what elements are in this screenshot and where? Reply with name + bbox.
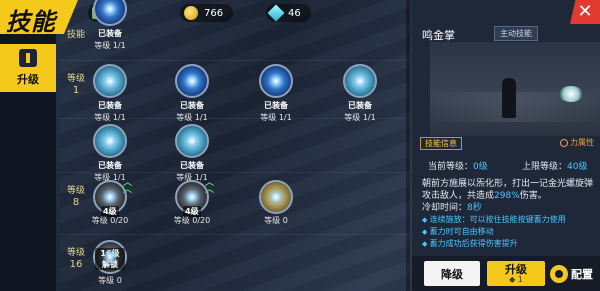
- coin-icon: [184, 6, 198, 20]
- gem-icon: [267, 4, 285, 22]
- current-level-label: 当前等级：: [428, 162, 474, 172]
- upgrade-arrow-icon: ︿ ︿: [204, 178, 214, 195]
- skill-level: 等级 1/1: [344, 113, 376, 122]
- skill-status: 已装备: [180, 161, 204, 170]
- skill-name: 鸣金掌: [422, 29, 455, 42]
- skill-status: 已装备: [98, 101, 122, 110]
- skill-lock-badge: 16级解锁: [95, 248, 125, 270]
- skill-info-title: 技能信息: [420, 137, 462, 150]
- desc-text: 伤害。: [519, 191, 547, 201]
- skill-level: 等级 1/1: [176, 113, 208, 122]
- current-level: 当前等级：0级: [428, 159, 488, 172]
- skill-list-scrollbar[interactable]: [406, 0, 410, 291]
- skill-status: 已装备: [98, 29, 122, 38]
- attribute-tag: 力属性: [560, 137, 594, 148]
- cooldown-label: 冷却时间：: [422, 203, 468, 213]
- max-level-label: 上限等级：: [522, 162, 568, 172]
- attribute-label: 力属性: [570, 138, 594, 147]
- character-figure: [502, 78, 516, 118]
- config-label: 配置: [571, 267, 593, 281]
- coin-counter: 766: [180, 4, 234, 22]
- downgrade-button[interactable]: 降级: [424, 261, 480, 286]
- skill-effect: [558, 86, 584, 102]
- skill-icon: [93, 124, 127, 158]
- skill-icon: [175, 64, 209, 98]
- skill-status: 已装备: [264, 101, 288, 110]
- skill-icon: [93, 0, 127, 26]
- close-icon: ✕: [577, 1, 593, 22]
- skill-level: 等级 0: [264, 216, 288, 225]
- damage-percent: 298%: [494, 191, 520, 201]
- skill-icon: [259, 180, 293, 214]
- skill-level: 等级 1/1: [94, 113, 126, 122]
- skill-preview-video[interactable]: [430, 42, 600, 136]
- skill-icon: [343, 64, 377, 98]
- feature-item: 蓄力时可自由移动: [422, 226, 596, 238]
- current-level-value: 0级: [473, 162, 488, 172]
- skill-level: 等级 0: [98, 276, 122, 285]
- skill-node[interactable]: 已装备 等级 1/1: [162, 64, 222, 126]
- skill-node[interactable]: 等级 0: [246, 180, 306, 242]
- skill-icon: [175, 124, 209, 158]
- tab-upgrade-label: 升级: [17, 73, 39, 86]
- skill-icon: [259, 64, 293, 98]
- skill-node[interactable]: 已装备 等级 1/1: [80, 0, 140, 54]
- skill-description: 朝前方施展以炁化形，打出一记金光螺旋弹攻击敌人，共造成298%伤害。 冷却时间：…: [422, 178, 596, 214]
- row-divider: [60, 60, 410, 61]
- skill-icon: 16级解锁: [93, 240, 127, 274]
- skill-status: 已装备: [180, 101, 204, 110]
- feature-item: 蓄力成功后获得伤害提升: [422, 238, 596, 250]
- gem-counter: 46: [266, 4, 311, 22]
- skill-icon: 4级: [175, 180, 209, 217]
- skill-status: 已装备: [348, 101, 372, 110]
- skill-node[interactable]: 已装备 等级 1/1: [80, 64, 140, 126]
- skill-lock-badge: 4级: [101, 206, 119, 217]
- skill-status: 已装备: [98, 161, 122, 170]
- upgrade-button[interactable]: 升级 ◆ 1: [487, 261, 545, 286]
- coin-value: 766: [204, 7, 224, 19]
- upgrade-label: 升级: [505, 262, 527, 276]
- skill-node[interactable]: 已装备 等级 1/1: [330, 64, 390, 126]
- skill-node[interactable]: 已装备 等级 1/1: [162, 124, 222, 186]
- config-button[interactable]: 配置: [550, 261, 598, 286]
- skill-icon: [93, 64, 127, 98]
- skill-node[interactable]: 已装备 等级 1/1: [80, 124, 140, 186]
- skill-level: 等级 1/1: [94, 41, 126, 50]
- skill-node[interactable]: 4级 ︿ ︿ 等级 0/20: [162, 178, 222, 242]
- skill-node[interactable]: 16级解锁 等级 0: [80, 240, 140, 291]
- skill-feature-list: 连续施放：可以按住技能按键蓄力使用 蓄力时可自由移动 蓄力成功后获得伤害提升: [422, 214, 596, 250]
- skill-level: 等级 1/1: [260, 113, 292, 122]
- tab-upgrade[interactable]: 升级: [0, 44, 56, 92]
- skill-icon: 4级: [93, 180, 127, 217]
- max-level: 上限等级：40级: [522, 159, 587, 172]
- upgrade-tab-icon: [19, 49, 37, 67]
- gear-icon: [550, 264, 568, 283]
- skill-info-header: 技能信息 力属性: [420, 137, 600, 151]
- gem-value: 46: [288, 7, 301, 19]
- skill-type-tag: 主动技能: [494, 26, 538, 41]
- skill-lock-badge: 4级: [183, 206, 201, 217]
- feature-item: 连续施放：可以按住技能按键蓄力使用: [422, 214, 596, 226]
- upgrade-cost-value: 1: [517, 274, 523, 284]
- upgrade-cost: ◆ 1: [509, 274, 523, 284]
- attribute-icon: [560, 138, 568, 147]
- cooldown-value: 8秒: [467, 203, 482, 213]
- skill-node[interactable]: 已装备 等级 1/1: [246, 64, 306, 126]
- upgrade-arrow-icon: ︿ ︿: [122, 178, 132, 195]
- max-level-value: 40级: [567, 162, 588, 172]
- screen-title: 技能: [6, 8, 56, 36]
- skill-node[interactable]: 4级 ︿ ︿ 等级 0/20: [80, 178, 140, 242]
